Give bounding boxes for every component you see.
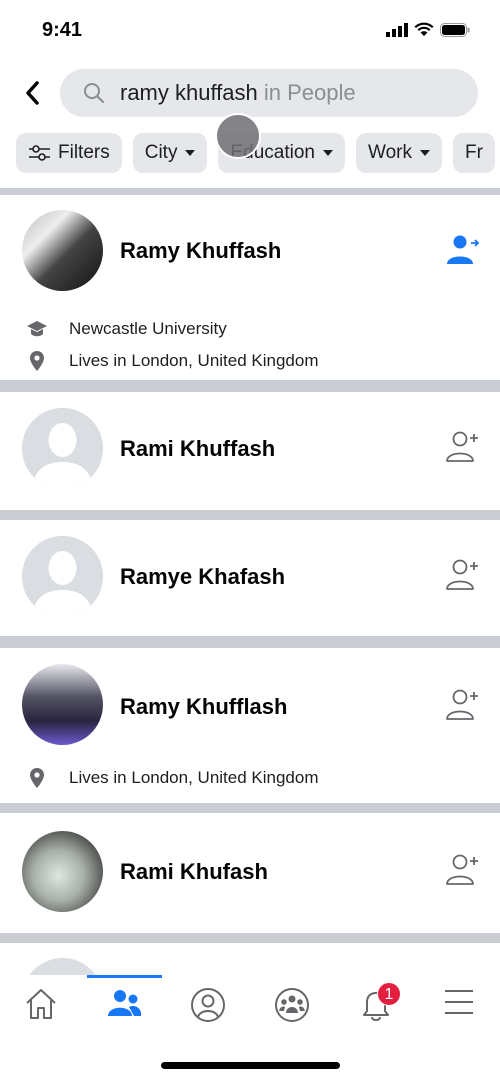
search-icon bbox=[84, 83, 104, 103]
avatar[interactable] bbox=[22, 831, 103, 912]
result-item[interactable]: Ramy Khuffash Newcastle University Lives… bbox=[0, 195, 500, 380]
chip-label: Work bbox=[367, 142, 412, 163]
result-item[interactable]: Ramye Khafash bbox=[0, 520, 500, 636]
graduation-cap-icon bbox=[27, 321, 47, 337]
default-avatar-icon bbox=[22, 408, 103, 489]
active-tab-indicator bbox=[87, 975, 162, 978]
status-bar: 9:41 bbox=[0, 0, 500, 60]
wifi-icon bbox=[414, 22, 434, 36]
tab-menu[interactable] bbox=[429, 987, 489, 1023]
search-query: ramy khuffash bbox=[120, 80, 258, 105]
search-scope: in People bbox=[257, 80, 356, 105]
add-friend-icon[interactable] bbox=[444, 558, 482, 592]
education-text: Newcastle University bbox=[69, 319, 227, 338]
profile-icon bbox=[191, 988, 225, 1022]
chip-label: Filters bbox=[58, 142, 110, 163]
home-icon bbox=[26, 989, 56, 1019]
tab-friends[interactable] bbox=[95, 987, 155, 1023]
home-indicator bbox=[161, 1062, 340, 1069]
avatar[interactable] bbox=[22, 210, 103, 291]
location-pin-icon bbox=[30, 768, 44, 788]
friend-request-sent-icon[interactable] bbox=[444, 233, 482, 267]
add-friend-icon[interactable] bbox=[444, 853, 482, 887]
groups-icon bbox=[275, 988, 309, 1022]
location-pin-icon bbox=[30, 351, 44, 371]
location-text: Lives in London, United Kingdom bbox=[69, 351, 319, 370]
avatar[interactable] bbox=[22, 958, 103, 975]
results-list: Ramy Khuffash Newcastle University Lives… bbox=[0, 188, 500, 975]
result-item[interactable]: Rami Khuffash bbox=[0, 392, 500, 510]
battery-icon bbox=[440, 22, 470, 37]
chip-label: Fr bbox=[464, 142, 483, 163]
notification-badge: 1 bbox=[377, 982, 401, 1006]
work-filter[interactable]: Work bbox=[355, 133, 442, 173]
location-text: Lives in London, United Kingdom bbox=[69, 768, 319, 787]
caret-down-icon bbox=[322, 150, 333, 156]
result-name[interactable]: Ramye Khafash bbox=[120, 564, 285, 590]
result-name[interactable]: Rami Khuffash bbox=[120, 436, 275, 462]
city-filter[interactable]: City bbox=[132, 133, 208, 173]
friends-icon bbox=[108, 990, 142, 1016]
add-friend-icon[interactable] bbox=[444, 430, 482, 464]
add-friend-icon[interactable] bbox=[444, 688, 482, 722]
result-item[interactable]: Rami Khufash bbox=[0, 813, 500, 933]
result-name[interactable]: Ramy Khuffash bbox=[120, 238, 281, 264]
avatar[interactable] bbox=[22, 664, 103, 745]
avatar[interactable] bbox=[22, 408, 103, 489]
default-avatar-icon bbox=[22, 536, 103, 617]
chip-label: City bbox=[144, 142, 178, 163]
result-item[interactable]: Ramy Khufflash Lives in London, United K… bbox=[0, 648, 500, 803]
sliders-icon bbox=[29, 145, 50, 161]
caret-down-icon bbox=[185, 150, 196, 156]
result-name[interactable]: Ramy Khufflash bbox=[120, 694, 287, 720]
tab-home[interactable] bbox=[11, 987, 71, 1023]
signal-icon bbox=[386, 22, 408, 37]
clock: 9:41 bbox=[42, 19, 83, 41]
result-item[interactable] bbox=[0, 943, 500, 975]
back-icon[interactable] bbox=[20, 78, 46, 108]
menu-icon bbox=[445, 990, 473, 1014]
tab-groups[interactable] bbox=[262, 987, 322, 1023]
tab-profile[interactable] bbox=[178, 987, 238, 1023]
touch-indicator bbox=[215, 113, 261, 159]
search-input[interactable]: ramy khuffash in People bbox=[60, 69, 478, 117]
caret-down-icon bbox=[419, 150, 430, 156]
result-name[interactable]: Rami Khufash bbox=[120, 859, 268, 885]
avatar[interactable] bbox=[22, 536, 103, 617]
friends-filter[interactable]: Fr bbox=[452, 133, 495, 173]
filters-button[interactable]: Filters bbox=[16, 133, 122, 173]
